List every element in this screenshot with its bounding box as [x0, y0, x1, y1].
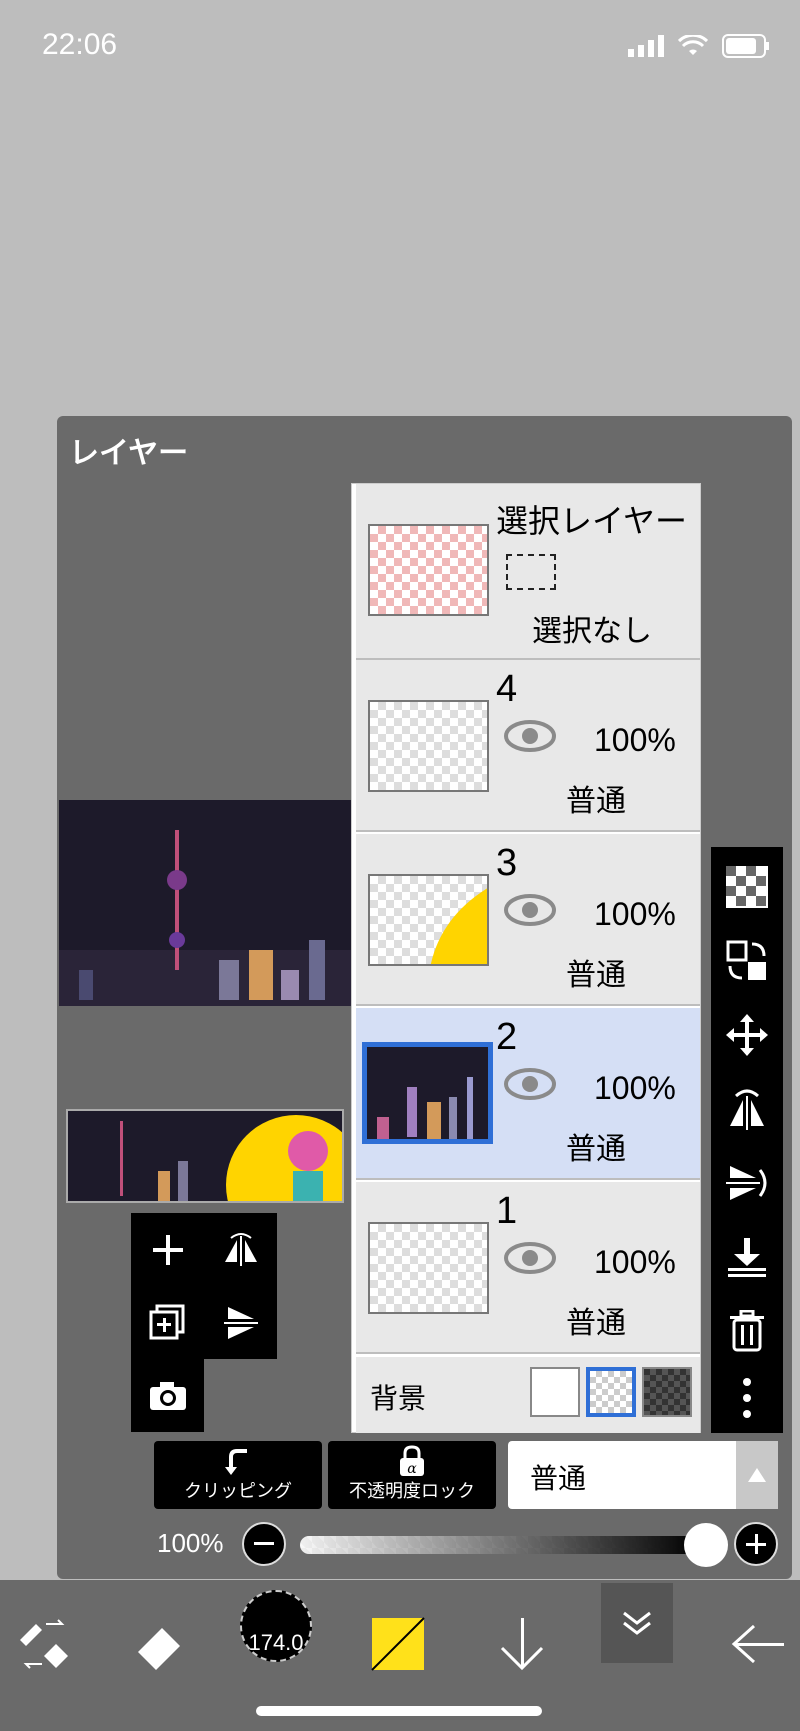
- layer-blend-mode: 普通: [566, 1132, 626, 1167]
- brush-size-button[interactable]: 174.0: [240, 1590, 312, 1662]
- status-icons: [628, 34, 770, 58]
- chevron-up-icon: [736, 1441, 778, 1509]
- selection-layer-thumbnail: [368, 524, 489, 616]
- layer-thumbnail: [368, 700, 489, 792]
- opacity-increase-button[interactable]: [734, 1522, 778, 1566]
- color-button[interactable]: [368, 1594, 428, 1694]
- layer-blend-mode: 普通: [566, 958, 626, 993]
- transparency-icon[interactable]: [725, 865, 769, 909]
- battery-icon: [722, 34, 769, 58]
- back-button[interactable]: [728, 1594, 788, 1694]
- camera-button[interactable]: [131, 1359, 204, 1432]
- layer-row-2[interactable]: 2 100% 普通: [356, 1008, 700, 1180]
- eye-icon[interactable]: [504, 720, 556, 752]
- arrow-down-icon: [500, 1618, 544, 1671]
- merge-down-icon[interactable]: [725, 1235, 769, 1279]
- combined-thumbnail[interactable]: [66, 1109, 344, 1203]
- flip-horizontal-icon[interactable]: [725, 1087, 769, 1131]
- layer-down-button[interactable]: [490, 1594, 554, 1694]
- layer-thumbnail: [368, 1222, 489, 1314]
- svg-text:α: α: [407, 1461, 417, 1477]
- duplicate-icon: [149, 1304, 184, 1339]
- layer-panel-toggle[interactable]: [601, 1583, 673, 1663]
- color-swatch-icon: [371, 1617, 425, 1671]
- alpha-lock-label: 不透明度ロック: [349, 1481, 475, 1502]
- plus-icon: [746, 1534, 766, 1554]
- selection-marquee-icon: [506, 554, 556, 590]
- flip-vertical-icon: [223, 1306, 258, 1339]
- layer-opacity: 100%: [594, 1244, 676, 1280]
- background-label: 背景: [370, 1382, 427, 1415]
- flip-horizontal-icon: [224, 1232, 257, 1266]
- minus-icon: [254, 1542, 274, 1545]
- panel-title: レイヤー: [69, 436, 189, 471]
- layer-panel: レイヤー 選択レイヤー 選択なし 4 100% 普通 3 100% 普通 2 1…: [57, 416, 792, 1579]
- selection-state: 選択なし: [532, 614, 652, 649]
- layer-blend-mode: 普通: [566, 1306, 626, 1341]
- opacity-slider-track[interactable]: [300, 1536, 700, 1554]
- layer-opacity: 100%: [594, 1070, 676, 1106]
- opacity-decrease-button[interactable]: [242, 1522, 286, 1566]
- layer-opacity: 100%: [594, 722, 676, 758]
- background-row: 背景: [356, 1357, 700, 1433]
- flip-vertical-button[interactable]: [204, 1286, 277, 1359]
- layer-action-toolbar: [711, 847, 783, 1433]
- plus-icon: [152, 1234, 183, 1265]
- layer-row-4[interactable]: 4 100% 普通: [356, 660, 700, 832]
- blend-mode-select[interactable]: 普通: [508, 1441, 778, 1509]
- layer-number: 2: [496, 1016, 518, 1058]
- flip-vertical-icon[interactable]: [725, 1161, 769, 1205]
- clipping-icon: [225, 1449, 247, 1475]
- eraser-button[interactable]: [128, 1594, 192, 1694]
- canvas-preview[interactable]: [59, 800, 352, 1006]
- eye-icon[interactable]: [504, 1068, 556, 1100]
- pen-swap-icon: [20, 1619, 68, 1669]
- clipping-button[interactable]: クリッピング: [154, 1441, 322, 1509]
- tool-switch-button[interactable]: [14, 1594, 74, 1694]
- camera-icon: [149, 1381, 186, 1410]
- alpha-lock-button[interactable]: α 不透明度ロック: [328, 1441, 496, 1509]
- trash-icon[interactable]: [725, 1309, 769, 1353]
- layer-opacity: 100%: [594, 896, 676, 932]
- layer-number: 1: [496, 1190, 518, 1232]
- layer-row-3[interactable]: 3 100% 普通: [356, 834, 700, 1006]
- background-dark-swatch[interactable]: [642, 1367, 692, 1417]
- lock-icon: α: [400, 1445, 424, 1477]
- selection-layer-row[interactable]: 選択レイヤー 選択なし: [356, 484, 700, 660]
- layer-row-1[interactable]: 1 100% 普通: [356, 1182, 700, 1354]
- eraser-icon: [138, 1628, 180, 1670]
- add-layer-button[interactable]: [131, 1213, 204, 1286]
- home-indicator: [256, 1706, 542, 1716]
- arrow-left-icon: [731, 1624, 784, 1664]
- layer-thumbnail: [368, 874, 489, 966]
- more-icon[interactable]: [725, 1377, 769, 1421]
- opacity-value: 100%: [157, 1528, 224, 1558]
- double-chevron-down-icon: [623, 1611, 651, 1635]
- flip-horizontal-button[interactable]: [204, 1213, 277, 1286]
- background-transparent-swatch[interactable]: [586, 1367, 636, 1417]
- eye-icon[interactable]: [504, 894, 556, 926]
- layer-thumbnail: [362, 1042, 493, 1144]
- status-time: 22:06: [42, 28, 118, 61]
- background-white-swatch[interactable]: [530, 1367, 580, 1417]
- opacity-slider-knob[interactable]: [684, 1523, 728, 1567]
- swap-layer-icon[interactable]: [725, 939, 769, 983]
- layer-blend-mode: 普通: [566, 784, 626, 819]
- wifi-icon: [678, 35, 708, 55]
- blend-mode-value: 普通: [530, 1462, 587, 1495]
- layer-list: 選択レイヤー 選択なし 4 100% 普通 3 100% 普通 2 100% 普…: [351, 483, 701, 1433]
- layer-number: 4: [496, 668, 518, 710]
- signal-icon: [628, 35, 664, 57]
- eye-icon[interactable]: [504, 1242, 556, 1274]
- clipping-label: クリッピング: [184, 1481, 292, 1502]
- duplicate-layer-button[interactable]: [131, 1286, 204, 1359]
- move-icon[interactable]: [725, 1013, 769, 1057]
- layer-number: 3: [496, 842, 518, 884]
- selection-layer-title: 選択レイヤー: [496, 502, 688, 540]
